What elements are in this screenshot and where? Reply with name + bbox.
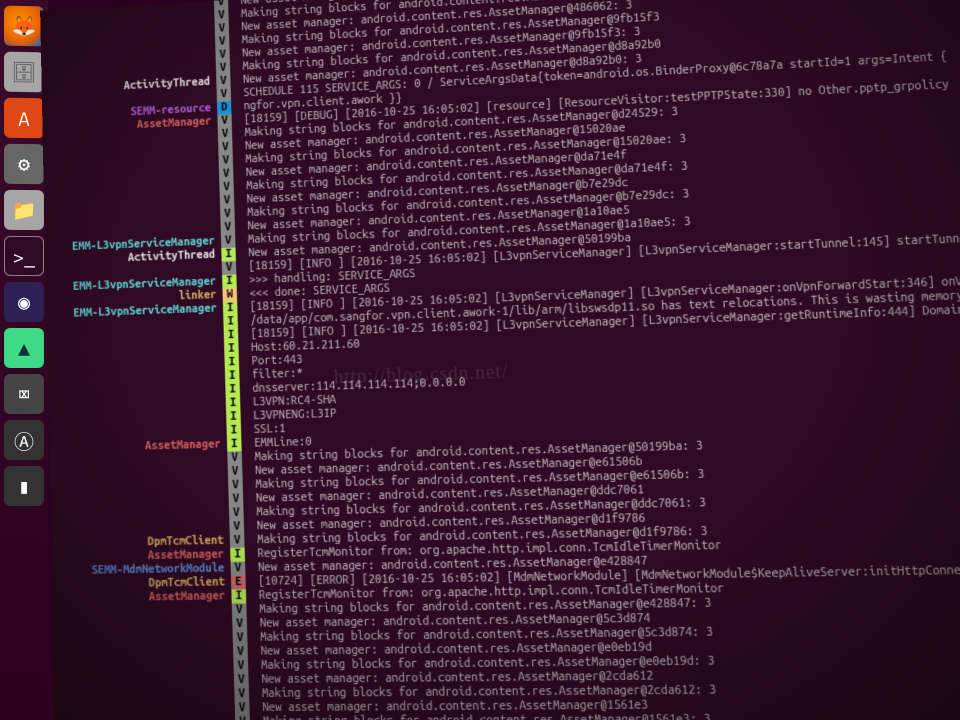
log-level: I (224, 342, 239, 356)
log-level: I (225, 369, 240, 383)
log-level: V (233, 659, 248, 673)
files-icon[interactable]: 🗄 (4, 52, 44, 93)
log-level: V (232, 617, 247, 631)
log-level: V (216, 61, 231, 75)
log-level: I (231, 589, 246, 603)
log-level: V (231, 562, 246, 576)
log-tag (54, 673, 235, 688)
log-level: V (215, 35, 230, 49)
log-level: I (225, 383, 240, 397)
log-level: V (222, 261, 237, 275)
log-level: V (217, 114, 232, 128)
log-level: W (222, 288, 237, 302)
terminal-icon[interactable]: >_ (4, 236, 44, 276)
log-level: V (218, 127, 233, 141)
firefox-icon[interactable]: 🦊 (4, 6, 44, 47)
log-level: V (230, 534, 245, 548)
log-level: V (234, 687, 249, 701)
log-level: V (228, 479, 243, 493)
log-message: L3VPNENG:L3IP (240, 407, 336, 423)
log-tag (54, 701, 235, 716)
log-level: V (220, 194, 235, 208)
log-level: I (226, 396, 241, 410)
log-level: V (234, 673, 249, 687)
log-level: V (220, 207, 235, 221)
log-level: V (235, 701, 250, 715)
log-level: V (217, 88, 232, 102)
log-tag (54, 687, 235, 702)
log-level: I (224, 328, 239, 342)
log-level: V (227, 451, 242, 465)
log-level: I (221, 248, 236, 262)
log-level: V (219, 167, 234, 181)
log-level: V (214, 9, 229, 23)
log-level: V (215, 48, 230, 62)
ubuntu-icon[interactable]: A (4, 98, 44, 139)
phone-icon[interactable]: ▮ (4, 466, 44, 506)
log-level: V (229, 506, 244, 520)
log-level: I (223, 315, 238, 329)
terminal-window[interactable]: V 2016-10-25 16:05:02] [session] [SvpnMo… (40, 0, 960, 720)
log-level: V (232, 603, 247, 617)
eclipse-icon[interactable]: ◉ (4, 282, 44, 322)
log-level: D (217, 101, 232, 115)
log-level: V (215, 22, 230, 36)
log-level: V (218, 141, 233, 155)
unity-launcher: 🦊 🗄 A ⚙ 📁 >_ ◉ ▲ ⌧ Ⓐ ▮ (0, 0, 48, 720)
folder-icon[interactable]: 📁 (4, 190, 44, 230)
dash-icon[interactable]: Ⓐ (4, 420, 44, 460)
log-level: V (220, 221, 235, 235)
log-level: V (216, 75, 231, 89)
log-level: V (229, 520, 244, 534)
log-level: V (228, 465, 243, 479)
log-level: I (223, 301, 238, 315)
log-message: SSL:1 (241, 423, 286, 438)
log-level: V (221, 234, 236, 248)
android-studio-icon[interactable]: ▲ (4, 328, 44, 368)
log-level: V (233, 631, 248, 645)
settings-icon[interactable]: ⚙ (4, 144, 44, 184)
log-level: I (227, 437, 242, 451)
log-tag (54, 716, 235, 720)
log-level: V (228, 492, 243, 506)
devices-icon[interactable]: ⌧ (4, 374, 44, 414)
log-level: I (226, 410, 241, 424)
log-level: V (219, 181, 234, 195)
log-level: I (230, 548, 245, 562)
log-level: V (235, 715, 250, 720)
log-level: V (233, 645, 248, 659)
log-level: E (231, 575, 246, 589)
log-level: I (224, 356, 239, 370)
log-level: V (218, 154, 233, 168)
log-level: I (226, 424, 241, 438)
log-level: I (222, 274, 237, 288)
